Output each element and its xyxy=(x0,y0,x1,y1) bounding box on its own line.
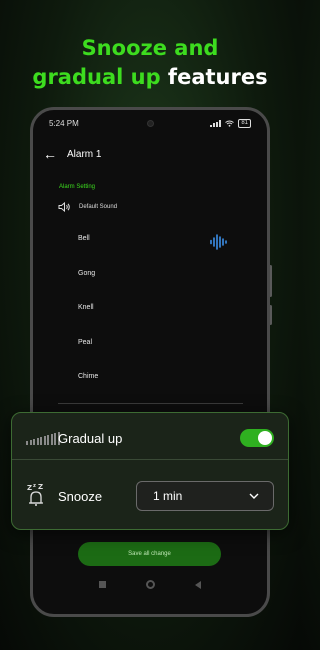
save-all-button[interactable]: Save all change xyxy=(78,542,221,566)
gradual-up-label: Gradual up xyxy=(58,431,123,446)
snooze-duration-select[interactable]: 1 min xyxy=(136,481,274,511)
app-bar: ← Alarm 1 xyxy=(43,146,101,162)
gradual-up-toggle[interactable] xyxy=(240,429,274,447)
system-nav-bar xyxy=(33,580,267,589)
home-icon[interactable] xyxy=(146,580,155,589)
sound-item-chime[interactable]: Chime xyxy=(78,373,98,380)
overlay-divider xyxy=(12,459,288,460)
divider xyxy=(58,403,243,404)
default-sound-label: Default Sound xyxy=(79,204,118,210)
svg-text:z: z xyxy=(33,483,36,489)
battery-icon: 81 xyxy=(238,118,251,128)
sound-wave-icon xyxy=(210,234,227,250)
recents-icon[interactable] xyxy=(99,581,106,588)
speaker-icon xyxy=(58,202,71,212)
snooze-zzz-icon: Z z Z xyxy=(27,483,43,506)
sound-item-bell[interactable]: Bell xyxy=(78,235,90,242)
svg-text:Z: Z xyxy=(27,484,32,492)
headline: Snooze and gradual up features xyxy=(0,34,300,92)
default-sound-row[interactable]: Default Sound xyxy=(58,202,117,212)
headline-line2: gradual up features xyxy=(0,63,300,92)
snooze-label: Snooze xyxy=(58,489,103,504)
status-icons: 81 xyxy=(210,118,251,128)
headline-line1: Snooze and xyxy=(81,36,219,60)
phone-frame: 5:24 PM 81 ← Alarm 1 Alarm Setting Defau… xyxy=(30,107,270,617)
headline-green-part: gradual up xyxy=(32,65,161,89)
toggle-knob xyxy=(258,431,272,445)
status-time: 5:24 PM xyxy=(49,118,79,128)
sound-item-knell[interactable]: Knell xyxy=(78,304,94,311)
wifi-icon xyxy=(225,120,235,127)
signal-icon xyxy=(210,119,222,127)
sound-item-peal[interactable]: Peal xyxy=(78,339,92,346)
section-label: Alarm Setting xyxy=(59,184,96,190)
headline-white-part: features xyxy=(160,65,268,89)
svg-text:Z: Z xyxy=(38,483,43,491)
snooze-duration-value: 1 min xyxy=(153,489,183,503)
feature-overlay-card: Gradual up Z z Z Snooze 1 min xyxy=(11,412,289,530)
gradual-volume-icon xyxy=(26,431,60,445)
chevron-down-icon xyxy=(249,493,259,499)
sound-item-gong[interactable]: Gong xyxy=(78,270,95,277)
page-title: Alarm 1 xyxy=(67,148,102,160)
back-nav-icon[interactable] xyxy=(195,580,201,589)
back-arrow-icon[interactable]: ← xyxy=(43,146,57,162)
front-camera xyxy=(147,120,154,127)
